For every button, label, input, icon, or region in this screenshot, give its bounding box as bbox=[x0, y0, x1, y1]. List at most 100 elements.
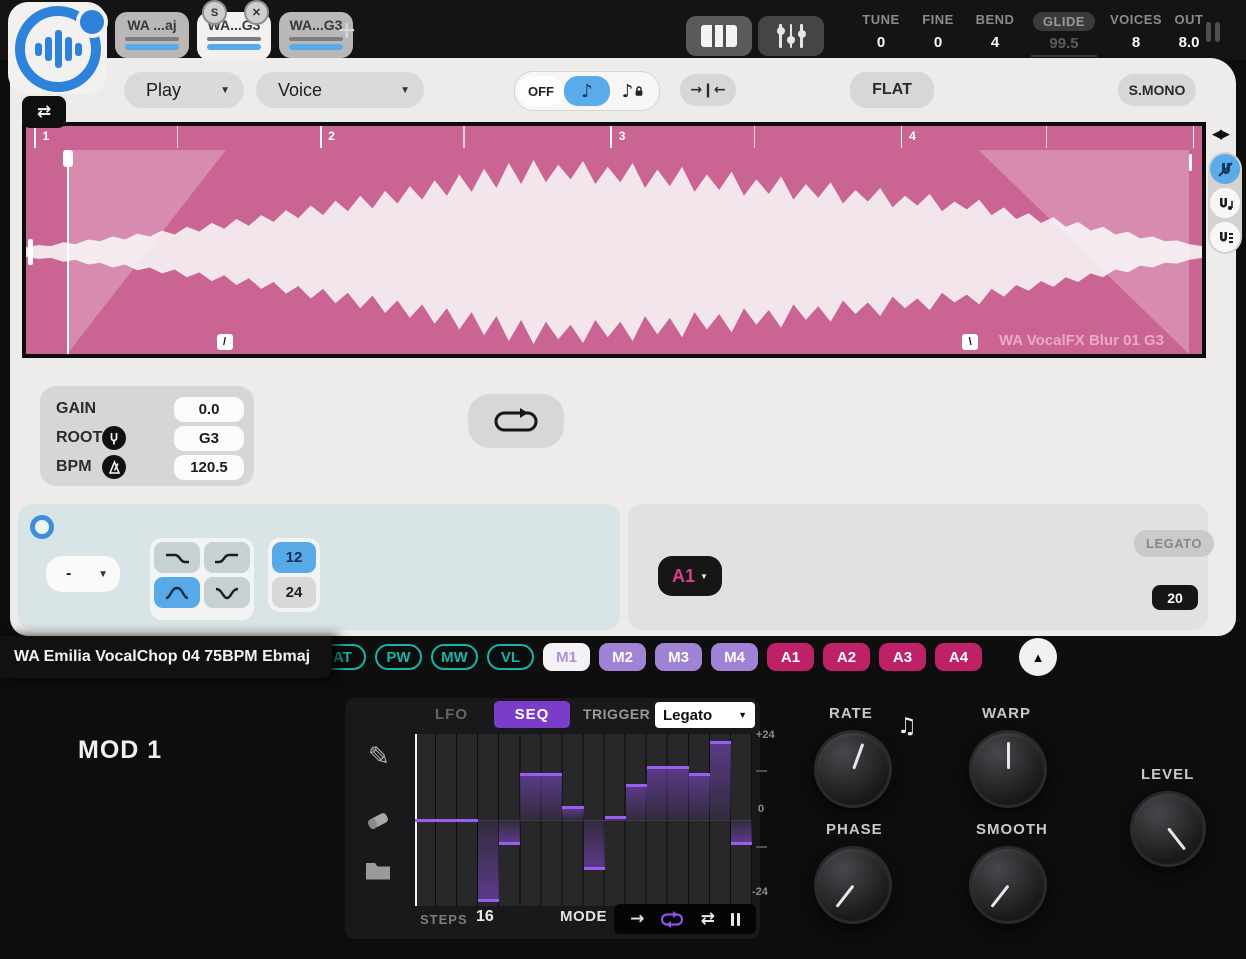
erase-tool-button[interactable] bbox=[366, 808, 392, 837]
play-mode-dropdown[interactable]: Play ▼ bbox=[124, 72, 244, 108]
seq-step-12[interactable] bbox=[647, 766, 668, 820]
load-preset-button[interactable] bbox=[364, 860, 392, 886]
smono-button[interactable]: S.MONO bbox=[1118, 74, 1196, 106]
vel-value-badge[interactable]: 20 bbox=[1152, 585, 1198, 610]
macro-pill-m3[interactable]: M3 bbox=[655, 643, 702, 671]
seq-step-7[interactable] bbox=[541, 773, 562, 820]
tab-seq-active[interactable]: SEQ bbox=[494, 701, 570, 728]
root-value-field[interactable]: G3 bbox=[174, 426, 244, 451]
macro-pill-a2[interactable]: A2 bbox=[823, 643, 870, 671]
trigger-dropdown[interactable]: Legato ▼ bbox=[655, 702, 755, 728]
trim-icon: →❙← bbox=[690, 82, 725, 98]
seq-step-9[interactable] bbox=[584, 820, 605, 870]
draw-tool-button[interactable]: ✎ bbox=[368, 742, 390, 772]
seq-step-8[interactable] bbox=[562, 806, 583, 820]
seq-step-11[interactable] bbox=[626, 784, 647, 820]
macro-pill-mw[interactable]: MW bbox=[431, 644, 478, 670]
collapse-mod-panel-button[interactable]: ▲ bbox=[1019, 638, 1057, 676]
seq-step-10[interactable] bbox=[605, 816, 626, 820]
seq-step-14[interactable] bbox=[689, 773, 710, 820]
macro-pill-a3[interactable]: A3 bbox=[879, 643, 926, 671]
seq-step-5[interactable] bbox=[499, 820, 520, 845]
legato-button[interactable]: LEGATO bbox=[1134, 530, 1214, 557]
snap-off-button[interactable] bbox=[1210, 154, 1240, 184]
gain-value-field[interactable]: 0.0 bbox=[174, 397, 244, 422]
solo-badge[interactable]: S bbox=[202, 0, 227, 25]
flat-button[interactable]: FLAT bbox=[850, 72, 934, 108]
slope-24-button[interactable]: 24 bbox=[272, 577, 316, 608]
seq-step-6[interactable] bbox=[520, 773, 541, 820]
trim-to-markers-button[interactable]: →❙← bbox=[680, 74, 736, 106]
filter-highpass-button[interactable] bbox=[204, 542, 250, 573]
ab-compare-button[interactable]: ⇄ bbox=[22, 96, 66, 128]
macro-pill-a1[interactable]: A1 bbox=[767, 643, 814, 671]
waveform-area[interactable]: / \ WA VocalFX Blur 01 G3 bbox=[26, 150, 1202, 354]
warp-knob[interactable] bbox=[969, 730, 1047, 808]
seq-step-1[interactable] bbox=[415, 819, 436, 822]
close-tab-icon[interactable]: ✕ bbox=[244, 0, 269, 25]
seq-step-16[interactable] bbox=[731, 820, 752, 845]
param-glide[interactable]: GLIDE 99.5 bbox=[1024, 12, 1104, 57]
seq-step-2[interactable] bbox=[436, 819, 457, 822]
param-bend[interactable]: BEND 4 bbox=[966, 12, 1024, 51]
filter-notch-button[interactable] bbox=[204, 577, 250, 608]
steps-value[interactable]: 16 bbox=[476, 908, 494, 926]
mode-hold-icon[interactable] bbox=[731, 913, 740, 926]
macro-pill-a4[interactable]: A4 bbox=[935, 643, 982, 671]
mode-pingpong-icon[interactable]: ⇄ bbox=[701, 911, 715, 928]
macro-pill-pw[interactable]: PW bbox=[375, 644, 422, 670]
param-fine[interactable]: FINE 0 bbox=[910, 12, 966, 51]
root-note-icon[interactable] bbox=[102, 426, 126, 450]
mode-forward-icon[interactable]: → bbox=[630, 911, 644, 928]
tab-sample-1[interactable]: WA ...aj bbox=[115, 12, 189, 58]
seq-step-13[interactable] bbox=[668, 766, 689, 820]
seq-step-4[interactable] bbox=[478, 820, 499, 902]
sync-note-button[interactable]: ♪ bbox=[564, 76, 610, 106]
voice-mode-dropdown[interactable]: Voice ▼ bbox=[256, 72, 424, 108]
macro-pill-vl[interactable]: VL bbox=[487, 644, 534, 670]
stretch-handles-icon[interactable]: ◀▶ bbox=[1212, 126, 1228, 142]
metronome-icon[interactable] bbox=[102, 455, 126, 479]
fade-in-handle[interactable]: / bbox=[217, 334, 233, 350]
bpm-value-field[interactable]: 120.5 bbox=[174, 455, 244, 480]
mode-loop-icon-active[interactable] bbox=[660, 911, 684, 928]
filter-enable-toggle[interactable] bbox=[30, 515, 54, 539]
start-marker-handle[interactable] bbox=[63, 150, 73, 167]
waveform-display[interactable]: 1 2 3 4 / \ WA VocalFX Blur 01 G3 bbox=[22, 122, 1206, 358]
adsr-preset-dropdown[interactable]: A1 ▼ bbox=[658, 556, 722, 596]
add-tab-button[interactable]: + bbox=[338, 14, 356, 48]
macro-pill-m4[interactable]: M4 bbox=[711, 643, 758, 671]
slope-12-button[interactable]: 12 bbox=[272, 542, 316, 573]
sample-end-marker[interactable] bbox=[1189, 154, 1192, 171]
sync-off-button[interactable]: OFF bbox=[518, 76, 564, 106]
rate-knob[interactable] bbox=[814, 730, 892, 808]
sample-start-marker[interactable] bbox=[67, 150, 69, 354]
param-voices[interactable]: VOICES 8 bbox=[1104, 12, 1168, 51]
sync-note-lock-button[interactable]: ♪ bbox=[610, 76, 656, 106]
snap-note-button[interactable] bbox=[1210, 188, 1240, 218]
phase-knob[interactable] bbox=[814, 846, 892, 924]
macro-pill-m1[interactable]: M1 bbox=[543, 643, 590, 671]
resize-grip-icon[interactable] bbox=[1206, 22, 1220, 42]
rate-sync-note-icon[interactable]: ♫ bbox=[897, 714, 917, 739]
loop-toggle-button[interactable] bbox=[468, 394, 564, 448]
left-edge-handle[interactable] bbox=[28, 239, 33, 265]
smooth-knob[interactable] bbox=[969, 846, 1047, 924]
waveform-ruler[interactable]: 1 2 3 4 bbox=[26, 126, 1202, 150]
seq-step-3[interactable] bbox=[457, 819, 478, 822]
seq-grid[interactable] bbox=[415, 734, 752, 906]
mixer-view-button[interactable] bbox=[758, 16, 824, 56]
level-knob[interactable] bbox=[1130, 791, 1206, 867]
tab-lfo[interactable]: LFO bbox=[435, 706, 468, 723]
fade-out-handle[interactable]: \ bbox=[962, 334, 978, 350]
filter-lowpass-button[interactable] bbox=[154, 542, 200, 573]
filter-group-dropdown[interactable]: - ▼ bbox=[46, 556, 120, 592]
preset-name-box[interactable]: WA Emilia VocalChop 04 75BPM Ebmaj bbox=[0, 636, 332, 678]
filter-bandpass-button[interactable] bbox=[154, 577, 200, 608]
snap-grid-button[interactable] bbox=[1210, 222, 1240, 252]
param-out[interactable]: OUT 8.0 bbox=[1168, 12, 1210, 51]
keyboard-view-button[interactable] bbox=[686, 16, 752, 56]
macro-pill-m2[interactable]: M2 bbox=[599, 643, 646, 671]
param-tune[interactable]: TUNE 0 bbox=[852, 12, 910, 51]
seq-step-15[interactable] bbox=[710, 741, 731, 820]
